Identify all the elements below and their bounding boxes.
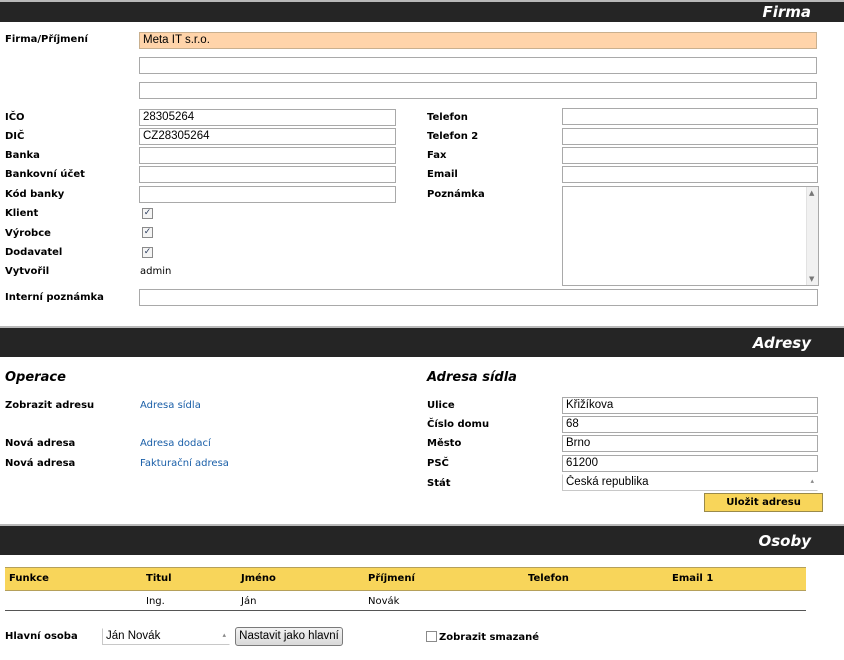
- cislo-domu-input[interactable]: 68: [562, 416, 818, 433]
- hlavni-osoba-select[interactable]: Ján Novák ▴: [102, 628, 230, 645]
- psc-label: PSČ: [427, 458, 449, 469]
- name-input[interactable]: Meta IT s.r.o.: [139, 32, 817, 49]
- mesto-label: Město: [427, 438, 462, 449]
- row-prijmeni: Novák: [368, 596, 400, 607]
- kod-banky-input[interactable]: [139, 186, 396, 203]
- scroll-down-icon[interactable]: ▼: [809, 275, 814, 283]
- name2-input[interactable]: [139, 57, 817, 74]
- vyrobce-checkbox[interactable]: ✓: [142, 227, 153, 238]
- row-jmeno: Ján: [241, 596, 257, 607]
- firma-header-bar: Firma: [0, 0, 844, 22]
- ulice-label: Ulice: [427, 400, 455, 411]
- ucet-input[interactable]: [139, 166, 396, 183]
- cislo-domu-label: Číslo domu: [427, 419, 490, 430]
- stat-select[interactable]: Česká republika ▴: [562, 474, 818, 491]
- zobrazit-smazane-checkbox[interactable]: [426, 631, 437, 642]
- nastavit-hlavni-button[interactable]: Nastavit jako hlavní: [235, 627, 343, 646]
- osoby-header-title: Osoby: [758, 532, 812, 550]
- ulice-input[interactable]: Křižíkova: [562, 397, 818, 414]
- email-label: Email: [427, 169, 458, 180]
- telefon2-label: Telefon 2: [427, 131, 479, 142]
- adresy-header-bar: Adresy: [0, 326, 844, 357]
- zobrazit-smazane-label: Zobrazit smazané: [439, 632, 540, 643]
- poznamka-label: Poznámka: [427, 189, 485, 200]
- stat-label: Stát: [427, 478, 451, 489]
- scroll-up-icon[interactable]: ▲: [809, 189, 814, 197]
- kod-banky-label: Kód banky: [5, 189, 65, 200]
- mesto-input[interactable]: Brno: [562, 435, 818, 452]
- adresa-sidla-title: Adresa sídla: [427, 370, 517, 385]
- ucet-label: Bankovní účet: [5, 169, 85, 180]
- poznamka-scrollbar[interactable]: ▲ ▼: [806, 187, 818, 285]
- zobrazit-adresu-label: Zobrazit adresu: [5, 400, 95, 411]
- ico-label: IČO: [5, 112, 25, 123]
- nova-adresa-label-1: Nová adresa: [5, 438, 76, 449]
- name3-input[interactable]: [139, 82, 817, 99]
- telefon-input[interactable]: [562, 108, 818, 125]
- adresa-sidla-link[interactable]: Adresa sídla: [140, 400, 201, 411]
- interni-poznamka-label: Interní poznámka: [5, 292, 104, 303]
- hlavni-osoba-value: Ján Novák: [106, 630, 161, 642]
- name-label: Firma/Příjmení: [5, 34, 88, 45]
- vytvoril-label: Vytvořil: [5, 266, 50, 277]
- psc-input[interactable]: 61200: [562, 455, 818, 472]
- stat-select-value: Česká republika: [566, 476, 649, 488]
- select-arrow-icon: ▴: [222, 632, 226, 639]
- vytvoril-value: admin: [140, 266, 172, 277]
- email-input[interactable]: [562, 166, 818, 183]
- fax-label: Fax: [427, 150, 447, 161]
- table-row[interactable]: [5, 591, 806, 611]
- col-prijmeni: Příjmení: [368, 573, 415, 584]
- operace-title: Operace: [5, 370, 66, 385]
- nova-adresa-label-2: Nová adresa: [5, 458, 76, 469]
- col-funkce: Funkce: [9, 573, 49, 584]
- fakturacni-adresa-link[interactable]: Fakturační adresa: [140, 458, 229, 469]
- telefon-label: Telefon: [427, 112, 468, 123]
- col-telefon: Telefon: [528, 573, 569, 584]
- klient-checkbox[interactable]: ✓: [142, 208, 153, 219]
- fax-input[interactable]: [562, 147, 818, 164]
- col-jmeno: Jméno: [241, 573, 276, 584]
- firma-header-title: Firma: [762, 3, 811, 21]
- select-arrow-icon: ▴: [810, 478, 814, 485]
- osoby-header-bar: Osoby: [0, 524, 844, 555]
- poznamka-textarea[interactable]: ▲ ▼: [562, 186, 819, 286]
- dodavatel-label: Dodavatel: [5, 247, 63, 258]
- dic-label: DIČ: [5, 131, 25, 142]
- banka-label: Banka: [5, 150, 40, 161]
- dic-input[interactable]: CZ28305264: [139, 128, 396, 145]
- hlavni-osoba-label: Hlavní osoba: [5, 631, 78, 642]
- banka-input[interactable]: [139, 147, 396, 164]
- klient-label: Klient: [5, 208, 39, 219]
- adresa-dodaci-link[interactable]: Adresa dodací: [140, 438, 211, 449]
- ico-input[interactable]: 28305264: [139, 109, 396, 126]
- adresy-header-title: Adresy: [752, 334, 811, 352]
- col-titul: Titul: [146, 573, 172, 584]
- dodavatel-checkbox[interactable]: ✓: [142, 247, 153, 258]
- col-email: Email 1: [672, 573, 714, 584]
- row-titul: Ing.: [146, 596, 165, 607]
- interni-poznamka-input[interactable]: [139, 289, 818, 306]
- save-address-button[interactable]: Uložit adresu: [704, 493, 823, 512]
- vyrobce-label: Výrobce: [5, 228, 51, 239]
- telefon2-input[interactable]: [562, 128, 818, 145]
